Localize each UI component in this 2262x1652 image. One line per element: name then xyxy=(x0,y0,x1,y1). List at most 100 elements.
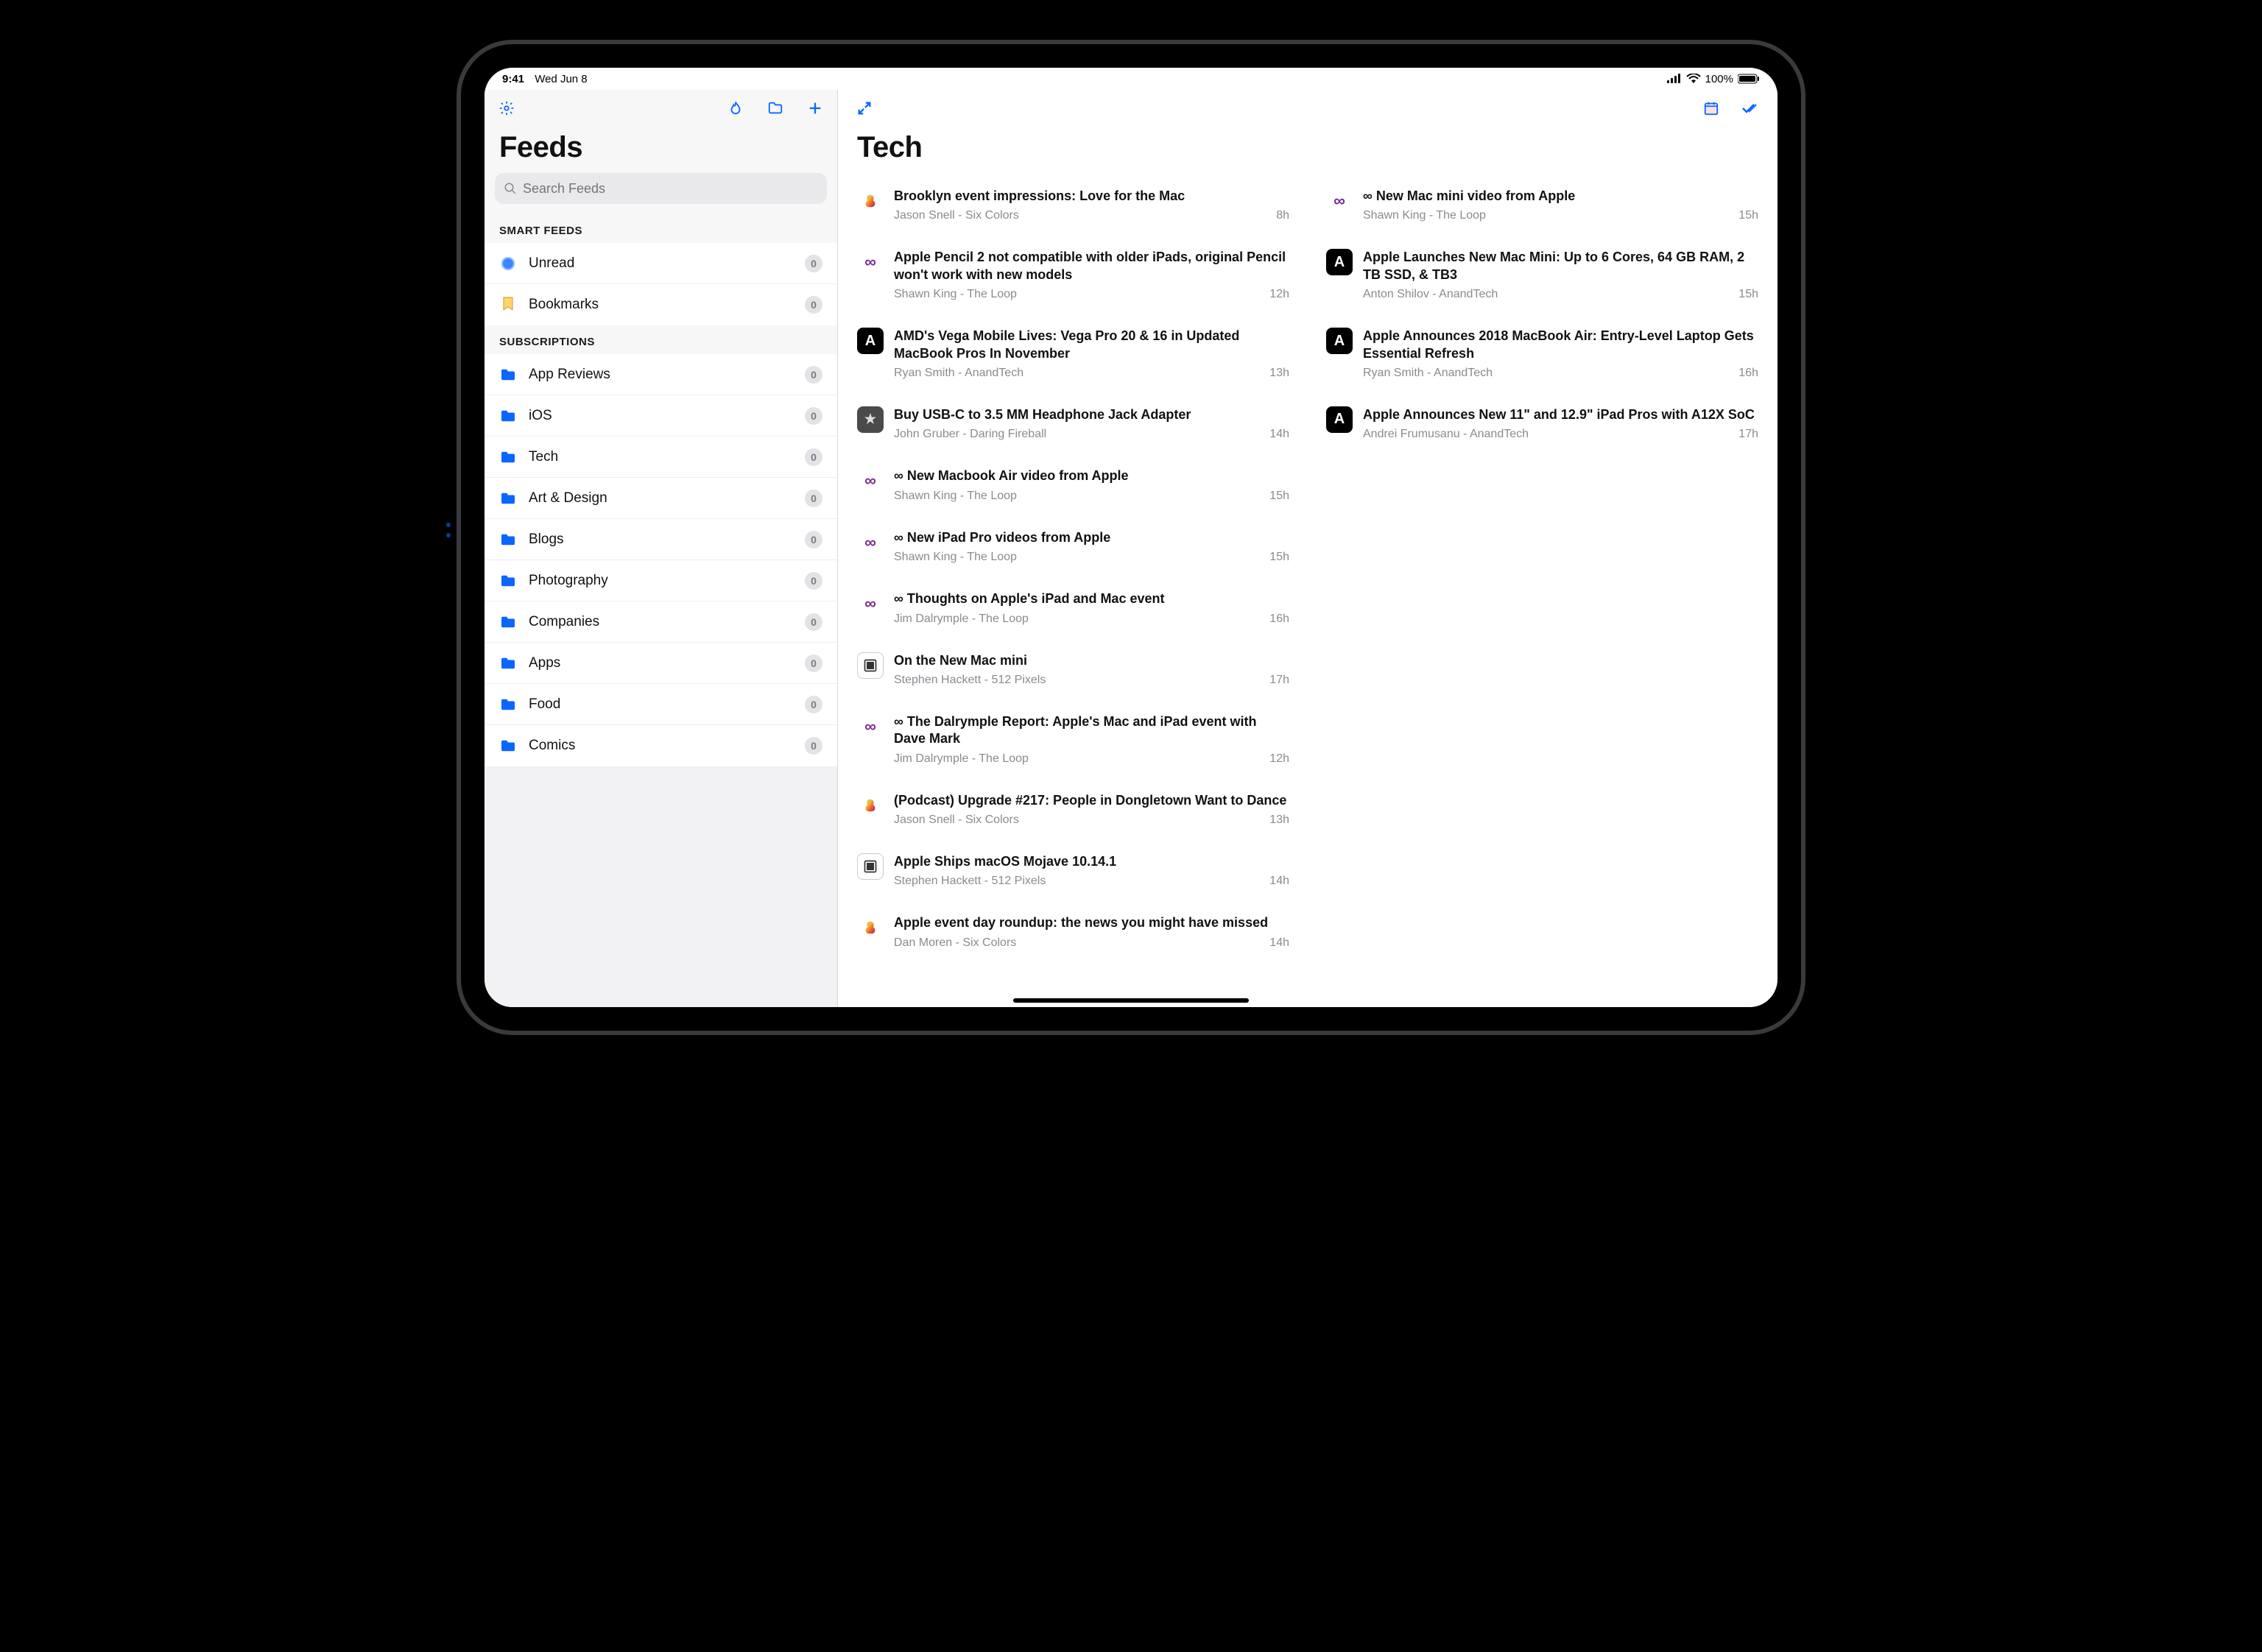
smart-item-bookmarks[interactable]: Bookmarks0 xyxy=(485,284,837,325)
source-icon: ∞ xyxy=(857,713,884,740)
article-source: Jason Snell - Six Colors xyxy=(894,813,1019,827)
article-item[interactable]: ∞∞ New Macbook Air video from AppleShawn… xyxy=(850,457,1297,518)
count-badge: 0 xyxy=(805,572,822,590)
article-title: AMD's Vega Mobile Lives: Vega Pro 20 & 1… xyxy=(894,328,1289,362)
folder-icon xyxy=(499,533,517,546)
article-source: Andrei Frumusanu - AnandTech xyxy=(1363,428,1529,441)
article-source: John Gruber - Daring Fireball xyxy=(894,428,1046,441)
article-source: Jim Dalrymple - The Loop xyxy=(894,613,1029,626)
article-source: Jason Snell - Six Colors xyxy=(894,209,1019,222)
article-item[interactable]: ∞∞ New Mac mini video from AppleShawn Ki… xyxy=(1319,177,1766,239)
article-item[interactable]: Apple event day roundup: the news you mi… xyxy=(850,904,1297,965)
article-source: Ryan Smith - AnandTech xyxy=(1363,367,1493,380)
article-title: ∞ Thoughts on Apple's iPad and Mac event xyxy=(894,590,1289,607)
folder-food[interactable]: Food 0 xyxy=(485,684,837,725)
settings-button[interactable] xyxy=(496,98,517,119)
article-title: Apple Ships macOS Mojave 10.14.1 xyxy=(894,853,1289,870)
folder-tech[interactable]: Tech0 xyxy=(485,437,837,478)
article-time: 15h xyxy=(1269,551,1289,564)
article-source: Dan Moren - Six Colors xyxy=(894,936,1016,950)
article-item[interactable]: ★Buy USB-C to 3.5 MM Headphone Jack Adap… xyxy=(850,396,1297,457)
article-item[interactable]: A Apple Announces New 11" and 12.9" iPad … xyxy=(1319,396,1766,457)
sidebar-item-label: Bookmarks xyxy=(529,297,793,313)
status-bar: 9:41 Wed Jun 8 100% xyxy=(485,68,1777,90)
article-title: ∞ New Mac mini video from Apple xyxy=(1363,188,1758,205)
article-item[interactable]: (Podcast) Upgrade #217: People in Dongle… xyxy=(850,782,1297,843)
article-item[interactable]: Apple Ships macOS Mojave 10.14.1Stephen … xyxy=(850,843,1297,904)
bookmark-icon xyxy=(502,296,514,314)
article-item[interactable]: AApple Announces 2018 MacBook Air: Entry… xyxy=(1319,317,1766,396)
article-time: 8h xyxy=(1276,209,1289,222)
home-indicator[interactable] xyxy=(1013,998,1249,1003)
folder-comics[interactable]: Comics0 xyxy=(485,725,837,766)
sidebar-item-label: Unread xyxy=(529,255,793,272)
article-item[interactable]: Brooklyn event impressions: Love for the… xyxy=(850,177,1297,239)
folder-icon xyxy=(499,657,517,670)
article-item[interactable]: ∞ ∞ Thoughts on Apple's iPad and Mac even… xyxy=(850,580,1297,641)
smart-feeds-label: SMART FEEDS xyxy=(485,214,837,243)
source-icon: ∞ xyxy=(857,467,884,494)
main-title: Tech xyxy=(838,127,1777,177)
article-time: 15h xyxy=(1738,209,1758,222)
article-item[interactable]: ∞∞ New iPad Pro videos from AppleShawn K… xyxy=(850,519,1297,580)
article-title: ∞ The Dalrymple Report: Apple's Mac and … xyxy=(894,713,1289,748)
sidebar-item-label: Apps xyxy=(529,655,793,671)
folder-icon xyxy=(499,451,517,464)
count-badge: 0 xyxy=(805,531,822,548)
count-badge: 0 xyxy=(805,696,822,713)
article-time: 17h xyxy=(1269,674,1289,687)
article-title: On the New Mac mini xyxy=(894,652,1289,669)
folder-art-design[interactable]: Art & Design0 xyxy=(485,478,837,519)
article-item[interactable]: On the New Mac mini Stephen Hackett - 512… xyxy=(850,642,1297,703)
article-item[interactable]: ∞ ∞ The Dalrymple Report: Apple's Mac and… xyxy=(850,703,1297,782)
article-time: 14h xyxy=(1269,936,1289,950)
trending-button[interactable] xyxy=(725,98,746,119)
article-source: Shawn King - The Loop xyxy=(894,288,1017,301)
add-button[interactable] xyxy=(805,98,825,119)
folder-apps[interactable]: Apps0 xyxy=(485,643,837,684)
main-pane: Tech Brooklyn event impressions: Love fo… xyxy=(838,90,1777,1007)
new-folder-button[interactable] xyxy=(765,98,786,119)
wifi-icon xyxy=(1686,74,1701,84)
calendar-button[interactable] xyxy=(1701,98,1722,119)
folder-icon xyxy=(499,739,517,752)
source-icon: A xyxy=(1326,406,1353,433)
source-icon xyxy=(857,853,884,880)
article-time: 13h xyxy=(1269,813,1289,827)
article-time: 12h xyxy=(1269,752,1289,766)
search-icon xyxy=(504,182,517,195)
count-badge: 0 xyxy=(805,490,822,507)
article-source: Stephen Hackett - 512 Pixels xyxy=(894,674,1046,687)
article-time: 15h xyxy=(1269,490,1289,503)
article-time: 12h xyxy=(1269,288,1289,301)
folder-photography[interactable]: Photography0 xyxy=(485,560,837,601)
folder-ios[interactable]: iOS0 xyxy=(485,395,837,437)
source-icon: ∞ xyxy=(857,590,884,617)
mark-read-button[interactable] xyxy=(1741,98,1761,119)
unread-icon xyxy=(501,257,515,270)
article-title: Apple Announces New 11" and 12.9" iPad P… xyxy=(1363,406,1758,423)
folder-app-reviews[interactable]: App Reviews0 xyxy=(485,354,837,395)
source-icon: A xyxy=(1326,249,1353,275)
battery-pct: 100% xyxy=(1705,73,1733,85)
count-badge: 0 xyxy=(805,407,822,425)
folder-companies[interactable]: Companies0 xyxy=(485,601,837,643)
smart-item-unread[interactable]: Unread0 xyxy=(485,243,837,284)
cellular-icon xyxy=(1667,74,1682,84)
expand-button[interactable] xyxy=(854,98,875,119)
article-item[interactable]: AAMD's Vega Mobile Lives: Vega Pro 20 & … xyxy=(850,317,1297,396)
article-item[interactable]: ∞Apple Pencil 2 not compatible with olde… xyxy=(850,239,1297,317)
article-item[interactable]: AApple Launches New Mac Mini: Up to 6 Co… xyxy=(1319,239,1766,317)
article-source: Shawn King - The Loop xyxy=(894,490,1017,503)
article-title: Apple event day roundup: the news you mi… xyxy=(894,914,1289,931)
count-badge: 0 xyxy=(805,366,822,384)
count-badge: 0 xyxy=(805,613,822,631)
sidebar-title: Feeds xyxy=(485,127,837,173)
search-field[interactable] xyxy=(495,173,827,204)
search-input[interactable] xyxy=(523,181,818,197)
sidebar-item-label: Tech xyxy=(529,449,793,465)
sidebar-item-label: Food xyxy=(529,696,793,713)
source-icon xyxy=(857,188,884,214)
folder-blogs[interactable]: Blogs0 xyxy=(485,519,837,560)
battery-icon xyxy=(1738,74,1760,84)
